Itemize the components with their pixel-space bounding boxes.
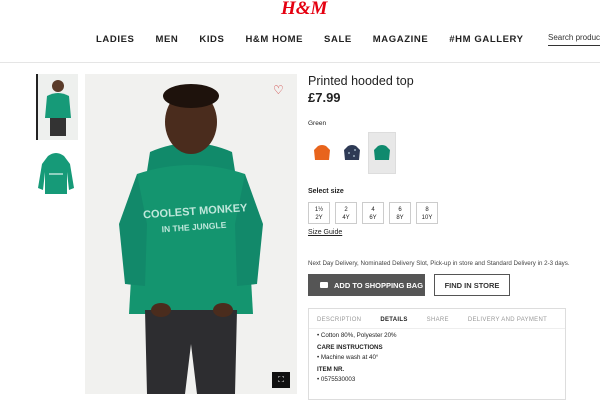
size-option[interactable]: 2 4Y xyxy=(335,202,357,224)
product-title: Printed hooded top xyxy=(308,74,414,88)
thumbnail-hoodie[interactable] xyxy=(36,148,76,214)
tabs-divider xyxy=(309,328,565,329)
nav-item-ladies[interactable]: LADIES xyxy=(96,34,134,45)
main-nav: LADIES MEN KIDS H&M HOME SALE MAGAZINE #… xyxy=(96,34,545,45)
care-heading: CARE INSTRUCTIONS xyxy=(317,344,383,351)
nav-item-kids[interactable]: KIDS xyxy=(199,34,224,45)
nav-item-hm-home[interactable]: H&M HOME xyxy=(245,34,303,45)
nav-item-sale[interactable]: SALE xyxy=(324,34,352,45)
favorite-heart-icon[interactable]: ♡ xyxy=(273,84,285,96)
hm-logo[interactable]: H&M xyxy=(281,0,327,20)
product-price: £7.99 xyxy=(308,90,341,105)
item-number: 0575530003 xyxy=(317,375,397,385)
product-tabs: DESCRIPTION DETAILS SHARE DELIVERY AND P… xyxy=(309,309,565,323)
delivery-info: Next Day Delivery, Nominated Delivery Sl… xyxy=(308,260,570,267)
product-info: Printed hooded top £7.99 Green Select si… xyxy=(308,74,578,400)
tab-share[interactable]: SHARE xyxy=(427,317,449,323)
product-tabs-panel: DESCRIPTION DETAILS SHARE DELIVERY AND P… xyxy=(308,308,566,400)
tab-details[interactable]: DETAILS xyxy=(380,317,407,323)
item-number-heading: ITEM NR. xyxy=(317,366,345,373)
nav-item-hm-gallery[interactable]: #HM GALLERY xyxy=(449,34,523,45)
find-in-store-button[interactable]: FIND IN STORE xyxy=(434,274,510,296)
product-image: COOLEST MONKEY IN THE JUNGLE xyxy=(85,74,297,394)
header-divider xyxy=(0,62,600,63)
size-options: 1½ 2Y 2 4Y 4 6Y 6 8Y 8 10Y xyxy=(308,202,438,224)
swatch-green[interactable] xyxy=(368,132,396,174)
thumbnail-list xyxy=(36,74,78,222)
care-item: Machine wash at 40° xyxy=(317,353,397,363)
details-content: Cotton 80%, Polyester 20% CARE INSTRUCTI… xyxy=(317,331,397,385)
size-option[interactable]: 8 10Y xyxy=(416,202,438,224)
composition-text: Cotton 80%, Polyester 20% xyxy=(317,331,397,341)
fullscreen-icon[interactable]: ⛶ xyxy=(272,372,290,388)
size-label: Select size xyxy=(308,188,344,195)
search-input[interactable]: Search products xyxy=(548,30,600,46)
color-swatches xyxy=(308,132,396,174)
swatch-navy-print[interactable] xyxy=(338,132,366,174)
tab-delivery-payment[interactable]: DELIVERY AND PAYMENT xyxy=(468,317,547,323)
tab-description[interactable]: DESCRIPTION xyxy=(317,317,361,323)
color-label: Green xyxy=(308,120,327,127)
size-option[interactable]: 1½ 2Y xyxy=(308,202,330,224)
nav-item-men[interactable]: MEN xyxy=(155,34,178,45)
swatch-orange[interactable] xyxy=(308,132,336,174)
nav-item-magazine[interactable]: MAGAZINE xyxy=(373,34,428,45)
thumbnail-model[interactable] xyxy=(36,74,78,140)
size-option[interactable]: 6 8Y xyxy=(389,202,411,224)
size-option[interactable]: 4 6Y xyxy=(362,202,384,224)
add-to-bag-button[interactable]: ADD TO SHOPPING BAG xyxy=(308,274,425,296)
bag-icon xyxy=(320,282,328,288)
size-guide-link[interactable]: Size Guide xyxy=(308,229,342,236)
